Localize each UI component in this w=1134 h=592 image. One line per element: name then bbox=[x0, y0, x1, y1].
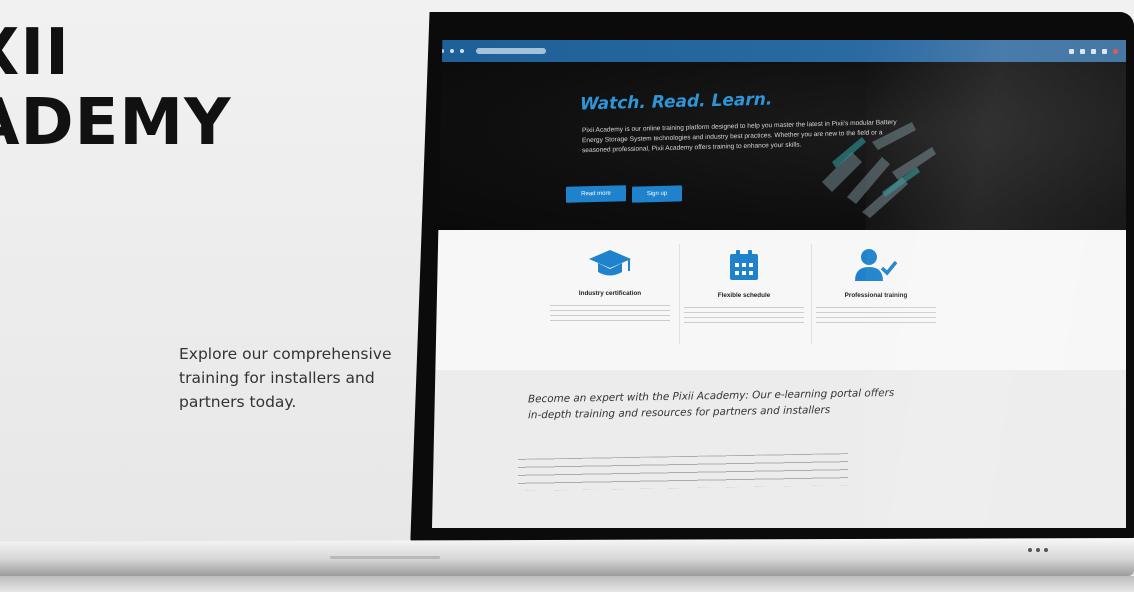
laptop-shadow bbox=[0, 576, 1134, 592]
feature-title: Industry certification bbox=[578, 290, 642, 297]
feature-flexible-schedule: Flexible schedule bbox=[684, 248, 804, 325]
laptop-base bbox=[0, 538, 1134, 576]
feature-industry-certification: Industry certification bbox=[550, 248, 670, 323]
feature-title: Flexible schedule bbox=[717, 292, 771, 299]
about-heading: Become an expert with the Pixii Academy:… bbox=[528, 386, 895, 422]
indicator-dot bbox=[1044, 548, 1048, 552]
page-subtitle: Explore our comprehensive training for i… bbox=[179, 345, 392, 411]
calendar-icon bbox=[730, 250, 758, 280]
indicator-dot bbox=[1028, 548, 1032, 552]
page-title: XII ADEMY bbox=[0, 18, 231, 158]
site-hero-title: Watch. Read. Learn. bbox=[580, 89, 773, 115]
forward-icon[interactable] bbox=[450, 49, 454, 53]
about-paragraph bbox=[518, 453, 848, 491]
laptop-screen: Watch. Read. Learn. Pixii Academy is our… bbox=[432, 40, 1126, 528]
feature-description bbox=[684, 307, 804, 325]
laptop-notch bbox=[330, 556, 440, 559]
sign-up-button[interactable]: Sign up bbox=[632, 185, 682, 203]
page-title-line-1: XII bbox=[0, 16, 70, 90]
read-more-button[interactable]: Read more bbox=[566, 185, 626, 203]
page-title-line-2: ADEMY bbox=[0, 86, 232, 160]
graduation-cap-icon bbox=[589, 250, 631, 276]
feature-description bbox=[550, 305, 670, 323]
feature-divider bbox=[679, 244, 680, 344]
address-bar[interactable] bbox=[476, 48, 546, 54]
laptop-indicator-lights bbox=[1028, 548, 1048, 552]
reload-icon[interactable] bbox=[460, 49, 464, 53]
screen-glare bbox=[866, 40, 1126, 528]
feature-divider bbox=[811, 244, 812, 344]
indicator-dot bbox=[1036, 548, 1040, 552]
